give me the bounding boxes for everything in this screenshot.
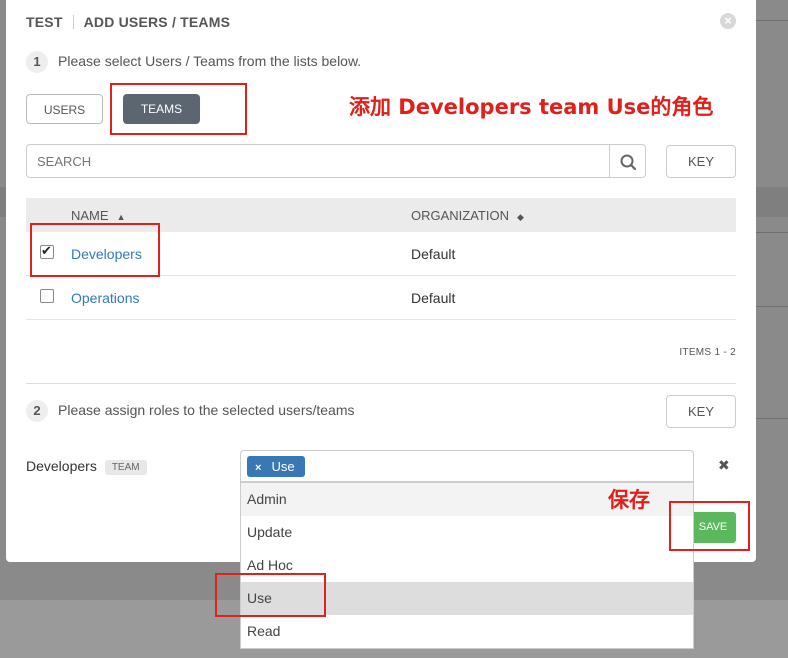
step-1-number: 1 xyxy=(26,51,48,73)
dialog-title-right: ADD USERS / TEAMS xyxy=(83,14,231,30)
column-organization-label: ORGANIZATION xyxy=(411,208,509,223)
step-2: 2 Please assign roles to the selected use… xyxy=(26,400,355,422)
highlight-developers-row xyxy=(30,223,160,277)
dialog-title-left: TEST xyxy=(26,14,63,30)
column-name[interactable]: NAME ▲ xyxy=(71,208,125,223)
row-name-link[interactable]: Operations xyxy=(71,290,139,306)
team-badge: TEAM xyxy=(104,460,147,475)
background-line xyxy=(756,20,788,21)
role-option[interactable]: Update xyxy=(241,516,693,549)
highlight-use-option xyxy=(215,573,326,617)
search-input[interactable] xyxy=(27,145,609,177)
row-checkbox[interactable] xyxy=(40,289,54,303)
background-line xyxy=(756,232,788,233)
role-tag-label: Use xyxy=(271,459,295,474)
sort-both-icon: ◆ xyxy=(516,212,524,222)
assignment-target: Developers TEAM xyxy=(26,458,147,475)
step-2-text: Please assign roles to the selected user… xyxy=(58,402,355,418)
search-button[interactable] xyxy=(609,144,646,178)
annotation-save: 保存 xyxy=(608,488,650,512)
column-name-label: NAME xyxy=(71,208,109,223)
background-line xyxy=(756,306,788,307)
search-icon xyxy=(620,154,637,171)
items-count: ITEMS 1 - 2 xyxy=(679,347,736,358)
background-line xyxy=(756,418,788,419)
close-icon[interactable]: × xyxy=(720,13,736,29)
step-2-number: 2 xyxy=(26,400,48,422)
title-separator xyxy=(72,15,74,29)
section-divider xyxy=(26,383,736,384)
highlight-save-button xyxy=(669,501,750,551)
step-1-text: Please select Users / Teams from the lis… xyxy=(58,53,362,69)
sort-asc-icon: ▲ xyxy=(116,212,126,222)
remove-tag-icon[interactable]: × xyxy=(255,462,261,474)
annotation-add-role: 添加 Developers team Use的角色 xyxy=(349,95,714,119)
dialog-title: TEST ADD USERS / TEAMS xyxy=(26,14,230,30)
role-tag: × Use xyxy=(247,456,305,477)
key-button-search[interactable]: KEY xyxy=(666,145,736,178)
key-button-roles[interactable]: KEY xyxy=(666,395,736,428)
step-1: 1 Please select Users / Teams from the li… xyxy=(26,51,361,73)
row-organization: Default xyxy=(411,246,456,262)
role-select[interactable]: × Use xyxy=(240,450,694,482)
column-organization[interactable]: ORGANIZATION ◆ xyxy=(411,208,524,223)
role-option[interactable]: Read xyxy=(241,615,693,648)
table-row: Operations Default xyxy=(26,276,736,320)
assignment-target-name: Developers xyxy=(26,458,97,474)
search-box xyxy=(26,144,610,178)
tab-users[interactable]: USERS xyxy=(26,94,103,124)
row-organization: Default xyxy=(411,290,456,306)
highlight-teams-tab xyxy=(110,83,247,135)
remove-row-icon[interactable]: ✖ xyxy=(718,457,730,474)
